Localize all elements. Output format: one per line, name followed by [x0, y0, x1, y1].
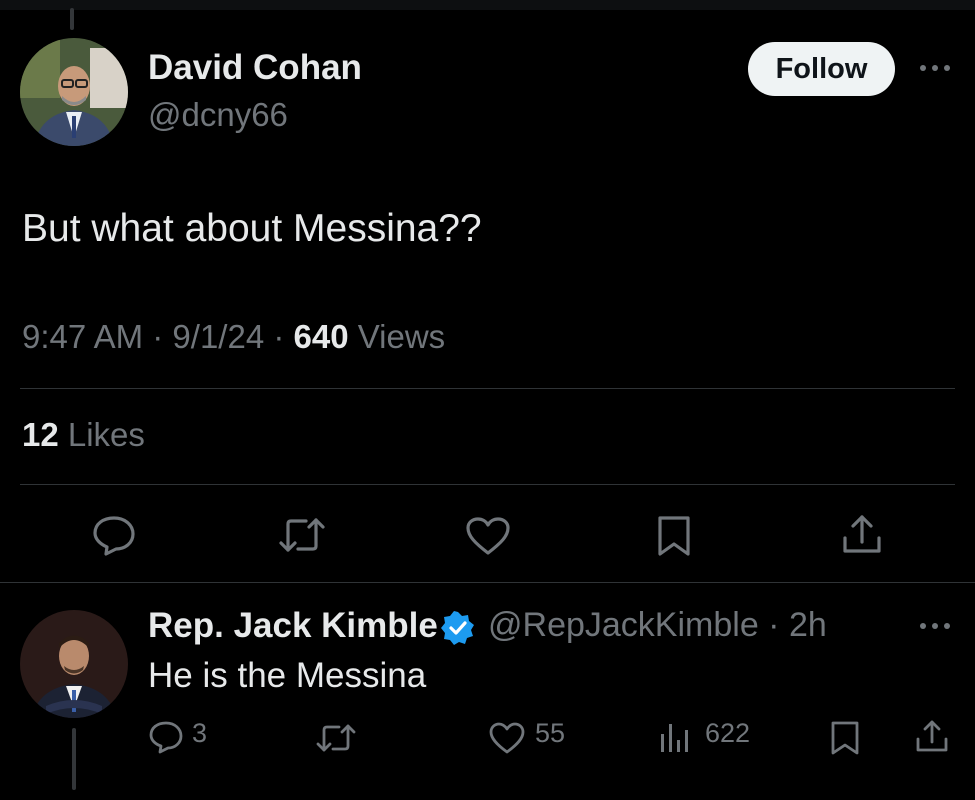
- reply-author-meta: @RepJackKimble · 2h: [488, 606, 827, 645]
- reply-time[interactable]: 2h: [789, 606, 827, 644]
- reply-bookmark-icon[interactable]: [830, 720, 860, 756]
- author-avatar[interactable]: [20, 38, 128, 146]
- reply-icon[interactable]: [92, 514, 136, 556]
- meta-separator: ·: [152, 318, 173, 355]
- meta-separator: ·: [273, 318, 294, 355]
- retweet-icon[interactable]: [278, 514, 326, 556]
- reply-author-handle[interactable]: @RepJackKimble: [488, 606, 759, 644]
- divider: [0, 582, 975, 583]
- verified-badge-icon: [440, 610, 476, 646]
- thread-line-top: [70, 8, 74, 30]
- meta-separator: ·: [758, 606, 789, 644]
- views-count: 640: [293, 318, 358, 355]
- top-strip: [0, 0, 975, 10]
- like-count: 55: [535, 718, 566, 748]
- tweet-text: But what about Messina??: [22, 207, 482, 250]
- divider: [20, 388, 955, 389]
- reply-author-avatar[interactable]: [20, 610, 128, 718]
- reply-share-icon[interactable]: [914, 718, 950, 754]
- reply-more-options-icon[interactable]: [918, 616, 952, 636]
- reply-count: 3: [192, 718, 208, 748]
- likes-count: 12: [22, 416, 68, 453]
- likes-summary[interactable]: 12 Likes: [22, 416, 145, 454]
- reply-like-icon[interactable]: [488, 722, 526, 754]
- author-name[interactable]: David Cohan: [148, 48, 362, 88]
- tweet-date[interactable]: 9/1/24: [172, 318, 264, 355]
- reply-retweet-icon[interactable]: [316, 722, 356, 754]
- reply-reply-icon[interactable]: [148, 720, 184, 754]
- reply-text: He is the Messina: [148, 656, 427, 695]
- more-options-icon[interactable]: [918, 58, 952, 78]
- views-icon[interactable]: [658, 720, 692, 754]
- view-count: 622: [705, 718, 751, 748]
- divider: [20, 484, 955, 485]
- tweet-meta: 9:47 AM · 9/1/24 · 640 Views: [22, 318, 445, 356]
- views-label: Views: [357, 318, 446, 355]
- likes-label: Likes: [67, 416, 145, 453]
- author-handle[interactable]: @dcny66: [148, 96, 288, 134]
- like-icon[interactable]: [465, 516, 511, 556]
- thread-line-bottom: [72, 728, 76, 790]
- tweet-time[interactable]: 9:47 AM: [22, 318, 143, 355]
- share-icon[interactable]: [840, 512, 884, 556]
- follow-button[interactable]: Follow: [748, 42, 895, 96]
- reply-author-name[interactable]: Rep. Jack Kimble: [148, 606, 438, 646]
- bookmark-icon[interactable]: [656, 514, 692, 558]
